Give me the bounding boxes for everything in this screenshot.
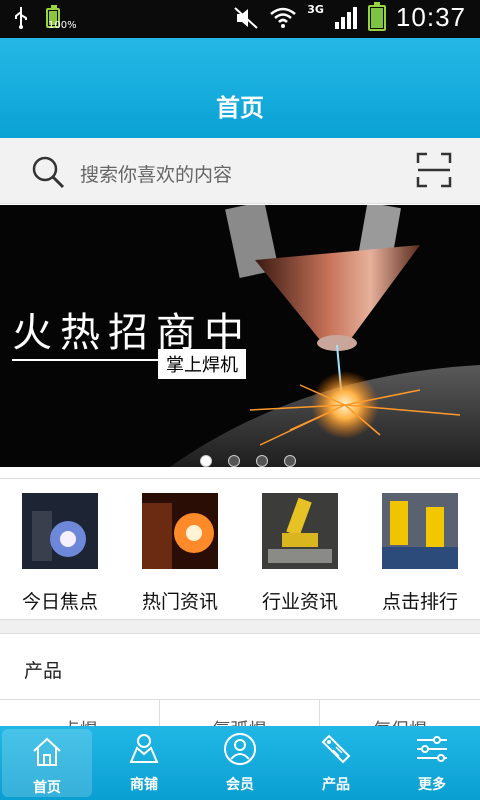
- nav-label: 产品: [322, 777, 350, 793]
- products-section-header: 产品: [0, 634, 480, 700]
- carousel-dot[interactable]: [228, 455, 240, 467]
- shop-icon: [129, 734, 159, 763]
- carousel-dot[interactable]: [200, 455, 212, 467]
- nav-member[interactable]: 会员: [192, 726, 288, 800]
- category-label: 行业资讯: [261, 591, 338, 613]
- section-title: 产品: [24, 660, 63, 682]
- clock: 10:37: [395, 2, 466, 32]
- battery-icon: [367, 1, 386, 31]
- nav-label: 更多: [418, 777, 446, 793]
- app-header: 首页: [0, 38, 480, 138]
- member-icon: [224, 733, 256, 765]
- mute-icon: [234, 6, 258, 29]
- category-today-focus[interactable]: 今日焦点: [0, 493, 120, 614]
- promo-banner[interactable]: 火热招商中 掌上焊机: [0, 205, 480, 467]
- nav-shop[interactable]: 商铺: [96, 726, 192, 800]
- wifi-icon: [270, 7, 297, 28]
- more-settings-icon: [417, 736, 447, 762]
- nav-label: 会员: [226, 777, 254, 793]
- status-bar: 100% 3G 10:37: [0, 0, 480, 38]
- search-icon[interactable]: [30, 154, 66, 190]
- robot-arm-thumb-2: [382, 493, 458, 569]
- category-industry-news[interactable]: 行业资讯: [240, 493, 360, 614]
- carousel-dot[interactable]: [284, 455, 296, 467]
- battery-percent: 100%: [48, 20, 77, 31]
- search-input[interactable]: 搜索你喜欢的内容: [80, 160, 232, 187]
- search-bar[interactable]: 搜索你喜欢的内容: [0, 138, 480, 204]
- category-grid: 今日焦点 热门资讯 行业资讯 点击排行: [0, 478, 480, 620]
- network-type: 3G: [307, 3, 324, 16]
- robot-arm-thumb-1: [262, 493, 338, 569]
- category-label: 点击排行: [381, 591, 458, 613]
- nav-label: 商铺: [130, 777, 158, 793]
- usb-icon: [15, 7, 27, 29]
- section-gap: [0, 620, 480, 634]
- carousel-dot[interactable]: [256, 455, 268, 467]
- nav-label: 首页: [33, 780, 61, 796]
- page-title: 首页: [216, 94, 264, 122]
- signal-icon: [334, 6, 357, 29]
- home-icon: [33, 737, 61, 766]
- welding-thumb-1: [22, 493, 98, 569]
- nav-home[interactable]: 首页: [2, 729, 92, 797]
- carousel-indicator: [200, 455, 296, 467]
- status-right: 3G 10:37: [233, 1, 466, 33]
- bottom-navigation: 首页 商铺 会员 产品 更多: [0, 726, 480, 800]
- banner-subtag: 掌上焊机: [158, 349, 246, 379]
- banner-divider: [12, 359, 162, 361]
- nav-products[interactable]: 产品: [288, 726, 384, 800]
- scan-icon[interactable]: [416, 152, 452, 188]
- category-hot-news[interactable]: 热门资讯: [120, 493, 240, 614]
- category-label: 今日焦点: [21, 591, 98, 613]
- welding-thumb-2: [142, 493, 218, 569]
- sale-tag-icon: [321, 734, 351, 764]
- nav-more[interactable]: 更多: [384, 726, 480, 800]
- category-label: 热门资讯: [141, 591, 218, 613]
- category-top-clicks[interactable]: 点击排行: [360, 493, 480, 614]
